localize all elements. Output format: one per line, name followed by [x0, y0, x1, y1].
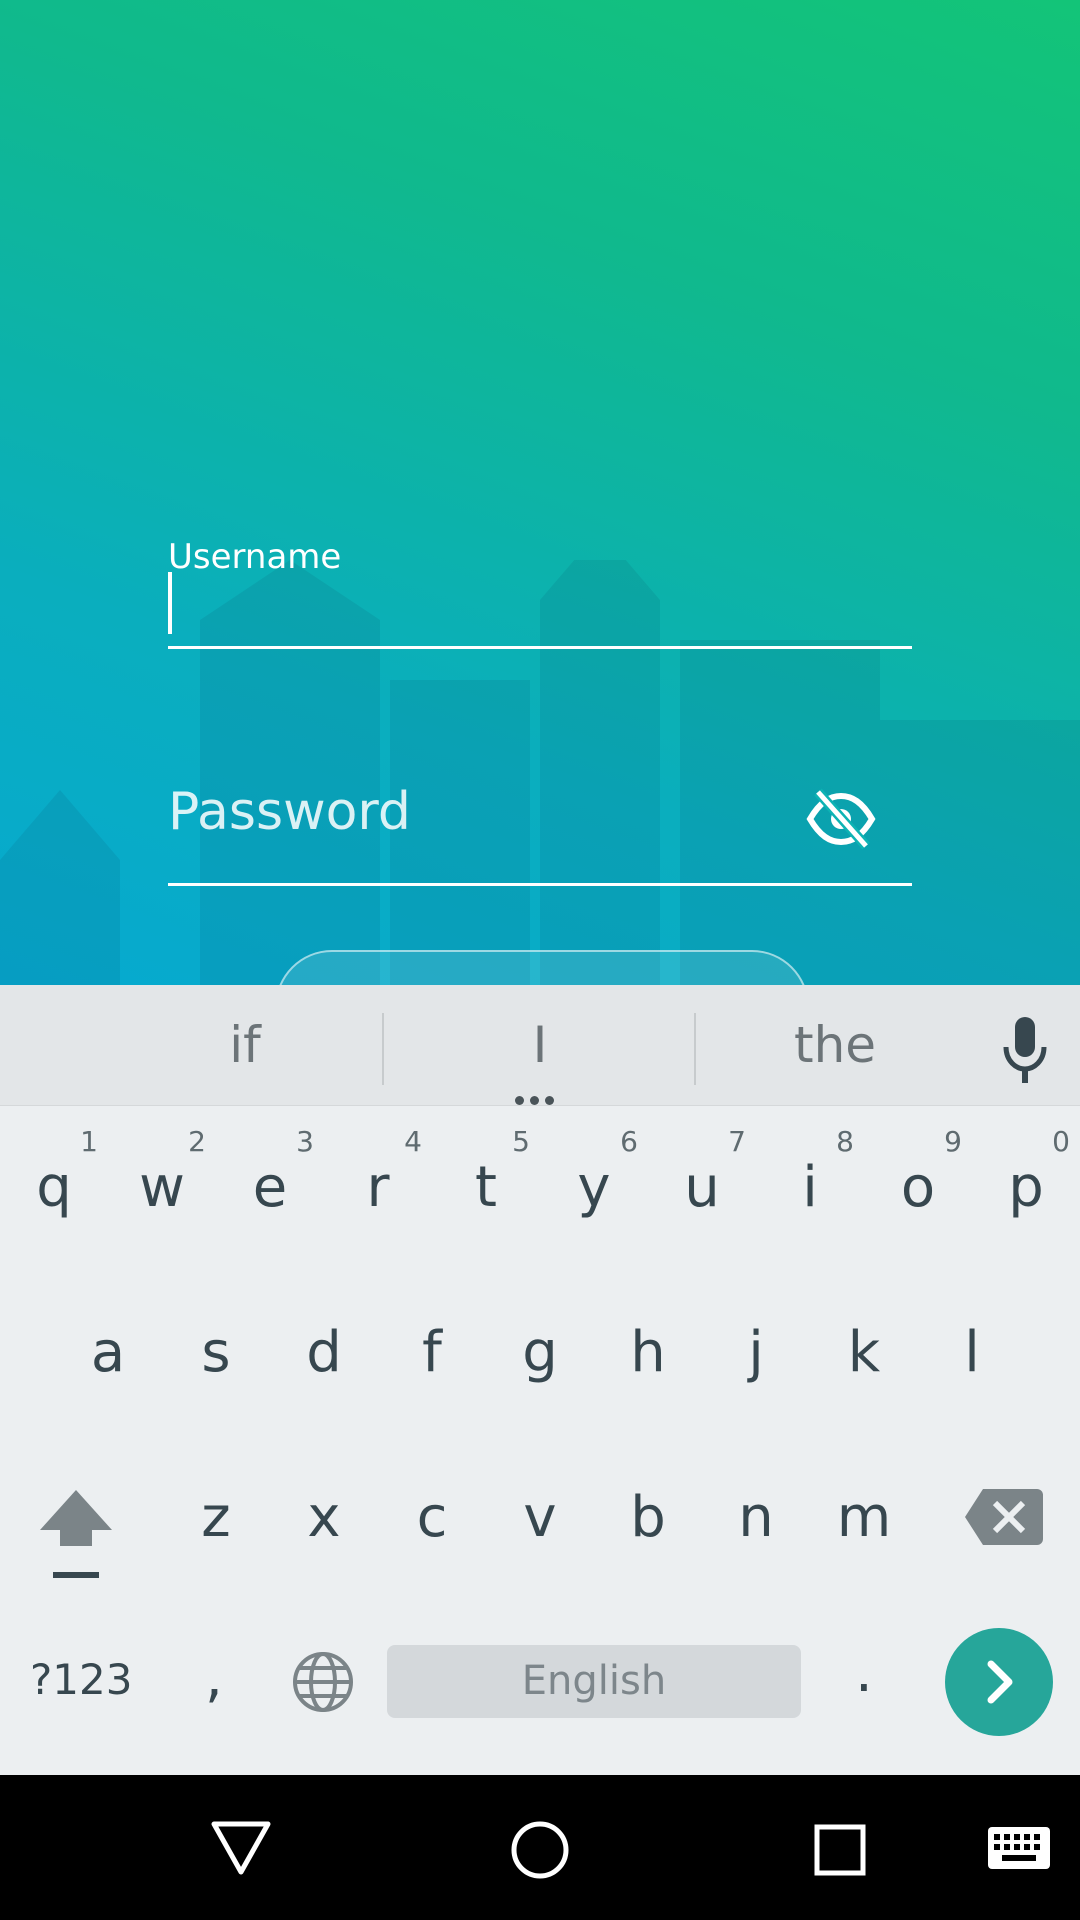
- key-letter: z: [201, 1485, 231, 1550]
- key-n[interactable]: n: [708, 1455, 804, 1555]
- key-number-hint: 6: [620, 1125, 638, 1158]
- key-letter: e: [252, 1155, 288, 1220]
- password-underline: [168, 883, 912, 886]
- key-letter: v: [523, 1485, 557, 1550]
- key-p[interactable]: p0: [978, 1125, 1074, 1225]
- key-letter: x: [307, 1485, 341, 1550]
- key-u[interactable]: u7: [654, 1125, 750, 1225]
- key-l[interactable]: l: [924, 1290, 1020, 1390]
- key-h[interactable]: h: [600, 1290, 696, 1390]
- suggestion-divider: [382, 1013, 384, 1085]
- login-screen: Username Password: [0, 0, 1080, 985]
- visibility-off-icon[interactable]: [806, 788, 876, 850]
- key-number-hint: 1: [80, 1125, 98, 1158]
- key-number-hint: 2: [188, 1125, 206, 1158]
- key-letter: r: [366, 1155, 390, 1220]
- suggestion-1[interactable]: if: [140, 985, 350, 1105]
- key-a[interactable]: a: [60, 1290, 156, 1390]
- key-number-hint: 8: [836, 1125, 854, 1158]
- key-m[interactable]: m: [816, 1455, 912, 1555]
- password-field[interactable]: Password: [168, 770, 912, 890]
- key-o[interactable]: o9: [870, 1125, 966, 1225]
- shift-key[interactable]: [36, 1490, 116, 1580]
- key-i[interactable]: i8: [762, 1125, 858, 1225]
- key-letter: p: [1008, 1155, 1044, 1220]
- key-letter: g: [522, 1320, 558, 1385]
- key-letter: n: [738, 1485, 774, 1550]
- suggestion-2[interactable]: I: [430, 985, 650, 1105]
- symbols-key[interactable]: ?123: [30, 1655, 132, 1704]
- username-label: Username: [168, 537, 342, 577]
- space-bar[interactable]: English: [387, 1645, 801, 1718]
- shift-arrow-icon: [40, 1490, 112, 1578]
- key-g[interactable]: g: [492, 1290, 588, 1390]
- password-placeholder: Password: [168, 782, 411, 842]
- username-field[interactable]: Username: [168, 535, 912, 650]
- key-s[interactable]: s: [168, 1290, 264, 1390]
- key-c[interactable]: c: [384, 1455, 480, 1555]
- key-j[interactable]: j: [708, 1290, 804, 1390]
- key-w[interactable]: w2: [114, 1125, 210, 1225]
- key-number-hint: 5: [512, 1125, 530, 1158]
- key-letter: h: [630, 1320, 666, 1385]
- back-icon[interactable]: [210, 1820, 272, 1876]
- key-t[interactable]: t5: [438, 1125, 534, 1225]
- key-number-hint: 9: [944, 1125, 962, 1158]
- key-letter: o: [900, 1155, 936, 1220]
- key-k[interactable]: k: [816, 1290, 912, 1390]
- key-z[interactable]: z: [168, 1455, 264, 1555]
- key-letter: l: [964, 1320, 980, 1385]
- key-r[interactable]: r4: [330, 1125, 426, 1225]
- home-icon[interactable]: [510, 1820, 570, 1880]
- backspace-key-icon[interactable]: [965, 1487, 1043, 1547]
- suggestion-strip: if I the: [0, 985, 1080, 1106]
- key-letter: b: [630, 1485, 666, 1550]
- suggestion-3[interactable]: the: [730, 985, 940, 1105]
- key-letter: c: [416, 1485, 448, 1550]
- login-button[interactable]: [275, 950, 809, 985]
- key-e[interactable]: e3: [222, 1125, 318, 1225]
- key-x[interactable]: x: [276, 1455, 372, 1555]
- key-d[interactable]: d: [276, 1290, 372, 1390]
- navigation-bar: [0, 1775, 1080, 1920]
- go-key[interactable]: [945, 1628, 1053, 1736]
- suggestion-divider: [694, 1013, 696, 1085]
- recents-icon[interactable]: [814, 1824, 866, 1876]
- chevron-right-icon: [987, 1660, 1013, 1704]
- key-letter: j: [748, 1320, 764, 1385]
- key-q[interactable]: q1: [6, 1125, 102, 1225]
- key-letter: f: [422, 1320, 442, 1385]
- microphone-icon[interactable]: [998, 1015, 1052, 1085]
- key-letter: w: [139, 1155, 185, 1220]
- keyboard-switch-icon[interactable]: [988, 1827, 1050, 1869]
- text-cursor: [168, 572, 172, 634]
- key-number-hint: 3: [296, 1125, 314, 1158]
- key-number-hint: 4: [404, 1125, 422, 1158]
- key-v[interactable]: v: [492, 1455, 588, 1555]
- key-letter: s: [201, 1320, 231, 1385]
- key-b[interactable]: b: [600, 1455, 696, 1555]
- key-f[interactable]: f: [384, 1290, 480, 1390]
- key-number-hint: 0: [1052, 1125, 1070, 1158]
- key-number-hint: 7: [728, 1125, 746, 1158]
- period-key[interactable]: .: [855, 1640, 873, 1705]
- more-suggestions-indicator[interactable]: [515, 1090, 565, 1105]
- key-letter: m: [836, 1485, 892, 1550]
- key-letter: i: [802, 1155, 818, 1220]
- key-letter: k: [847, 1320, 881, 1385]
- key-letter: u: [684, 1155, 720, 1220]
- globe-icon[interactable]: [292, 1651, 354, 1713]
- key-letter: a: [90, 1320, 126, 1385]
- key-letter: d: [306, 1320, 342, 1385]
- key-y[interactable]: y6: [546, 1125, 642, 1225]
- comma-key[interactable]: ,: [205, 1645, 223, 1710]
- username-underline: [168, 646, 912, 649]
- key-letter: y: [577, 1155, 611, 1220]
- key-letter: q: [36, 1155, 72, 1220]
- key-letter: t: [475, 1155, 497, 1220]
